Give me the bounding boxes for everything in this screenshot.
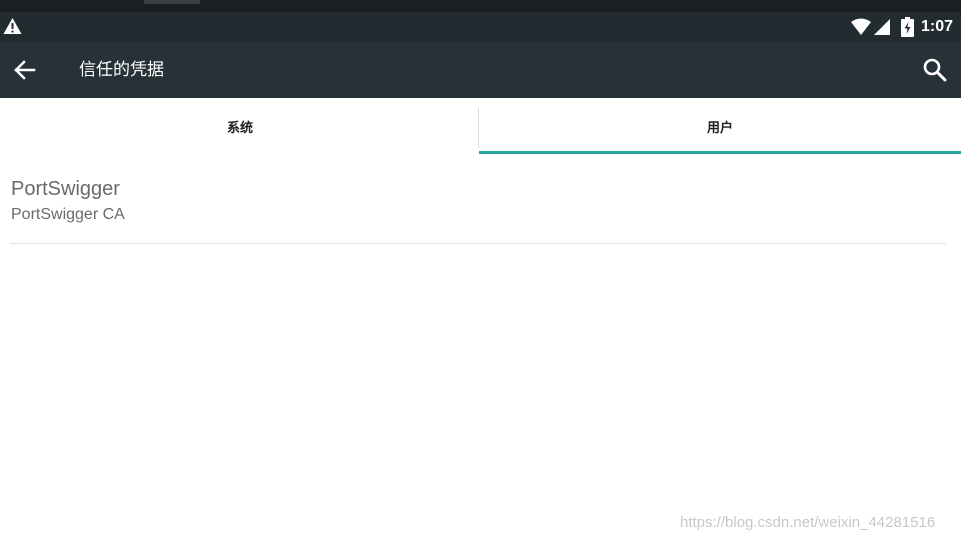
tab-selected-indicator — [479, 151, 961, 154]
status-time: 1:07 — [921, 18, 954, 35]
tab-bar: 系统 用户 — [0, 98, 961, 154]
host-window-strip — [0, 0, 961, 12]
battery-charging-icon — [901, 17, 914, 37]
tab-system[interactable]: 系统 — [0, 98, 480, 154]
watermark: https://blog.csdn.net/weixin_44281516 — [680, 514, 936, 531]
warning-icon — [3, 18, 22, 34]
host-window-tab — [144, 0, 200, 4]
status-bar: 1:07 — [0, 12, 961, 42]
page-title: 信任的凭据 — [79, 60, 164, 80]
arrow-back-icon[interactable] — [12, 58, 38, 82]
credential-name: PortSwigger — [11, 178, 120, 200]
tab-system-label: 系统 — [226, 120, 253, 136]
cell-signal-icon — [874, 19, 890, 35]
app-bar: 信任的凭据 — [0, 42, 961, 98]
wifi-icon — [851, 18, 871, 35]
tab-user-label: 用户 — [706, 120, 733, 136]
search-icon[interactable] — [922, 57, 948, 83]
list-divider — [10, 243, 946, 244]
tab-user[interactable]: 用户 — [479, 98, 961, 154]
credential-subtitle: PortSwigger CA — [11, 206, 125, 223]
list-item[interactable]: PortSwigger PortSwigger CA — [0, 170, 946, 244]
